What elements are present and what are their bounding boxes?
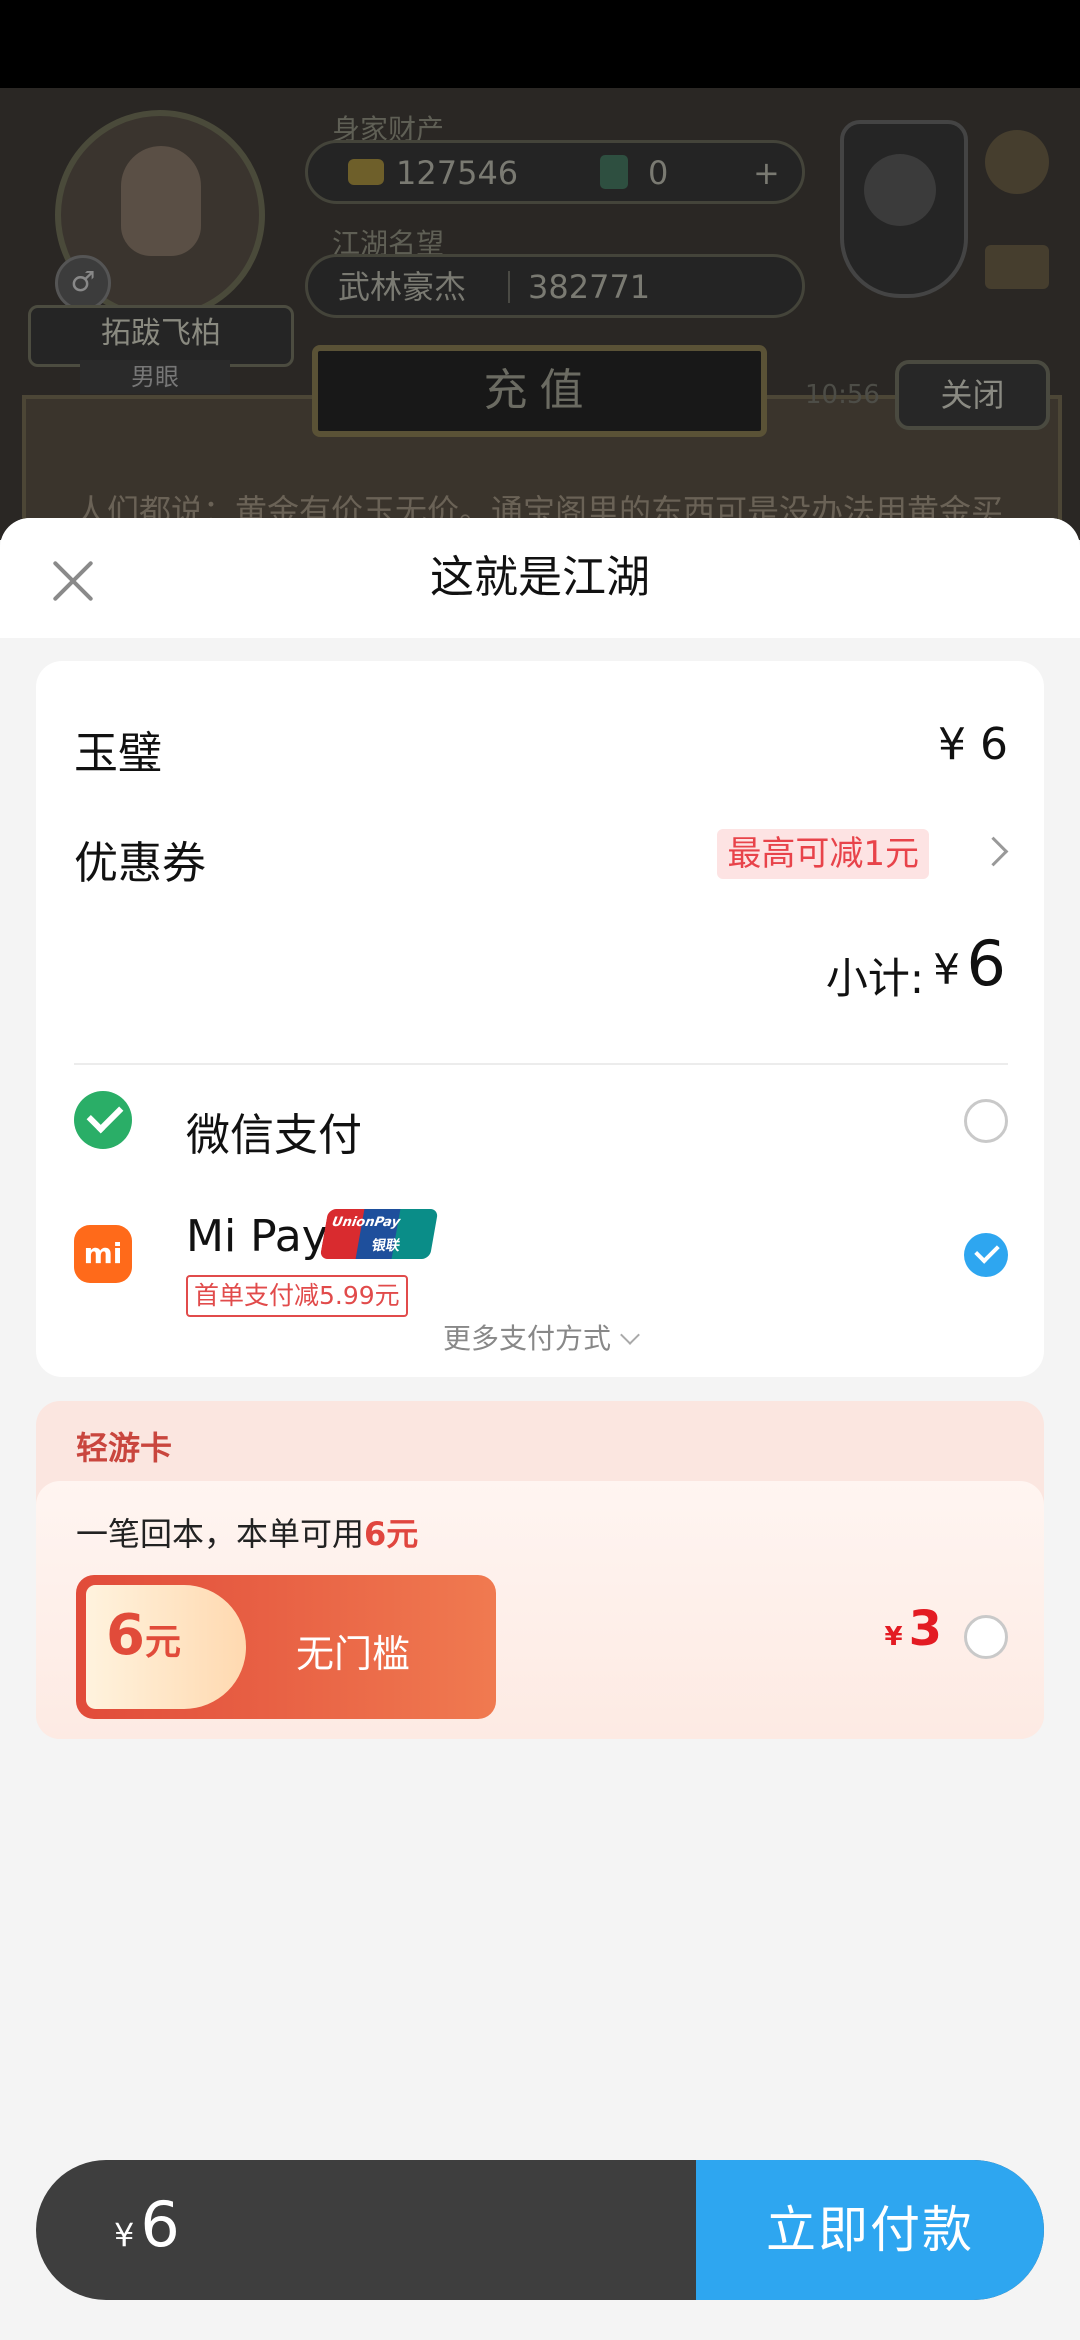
unionpay-logo-icon: UnionPay 银联	[319, 1209, 439, 1259]
total-currency: ¥	[114, 2216, 135, 2254]
divider	[508, 271, 510, 303]
mi-pay-radio-checked[interactable]	[964, 1233, 1008, 1277]
voucher-label: 无门槛	[296, 1632, 411, 1676]
avatar-portrait	[121, 146, 201, 256]
total-amount: ¥6	[114, 2188, 180, 2261]
fame-value: 382771	[528, 268, 651, 306]
card-desc-prefix: 一笔回本，本单可用	[76, 1515, 365, 1553]
status-bar-area	[0, 0, 1080, 88]
coupon-badge[interactable]: 最高可减1元	[717, 829, 929, 879]
sheet-header: 这就是江湖	[0, 518, 1080, 638]
checkout-bar: ¥6 立即付款	[36, 2160, 1044, 2300]
male-gender-icon: ♂	[55, 255, 111, 311]
wechat-pay-radio[interactable]	[964, 1099, 1008, 1143]
order-card: 玉璧 ¥ 6 优惠券 最高可减1元 小计: ¥ 6 微信支付 mi Mi Pay…	[36, 661, 1044, 1377]
fame-bar: 武林豪杰 382771	[305, 254, 805, 318]
item-name: 玉璧	[74, 728, 162, 779]
mi-pay-promo-tag: 首单支付减5.99元	[186, 1275, 408, 1317]
panel-time: 10:56	[805, 380, 880, 410]
subtotal-label: 小计:	[825, 954, 924, 1003]
coupon-label[interactable]: 优惠券	[74, 827, 206, 891]
more-payment-methods[interactable]: 更多支付方式	[36, 1317, 1044, 1357]
player-subtitle: 男眼	[80, 360, 230, 394]
card-description: 一笔回本，本单可用6元	[76, 1509, 418, 1555]
mi-pay-icon: mi	[74, 1225, 132, 1283]
chevron-down-icon	[620, 1325, 640, 1345]
game-background: ♂ 拓跋飞柏 男眼 身家财产 127546 0 + 江湖名望 武林豪杰 3827…	[0, 0, 1080, 540]
light-travel-card-section: 轻游卡 一笔回本，本单可用6元 6元 无门槛 ¥3	[36, 1401, 1044, 1739]
wechat-pay-label[interactable]: 微信支付	[186, 1099, 362, 1163]
card-desc-accent: 6元	[364, 1515, 419, 1553]
chevron-right-icon[interactable]	[978, 836, 1009, 867]
voucher-amount-value: 6	[106, 1603, 145, 1668]
subtotal-value: 6	[966, 927, 1006, 1000]
jade-value: 0	[648, 154, 669, 192]
yin-yang-emblem	[840, 120, 968, 298]
more-payment-label: 更多支付方式	[442, 1322, 611, 1355]
divider	[74, 1063, 1008, 1065]
card-price-value: 3	[908, 1601, 942, 1657]
pay-now-button[interactable]: 立即付款	[696, 2160, 1044, 2300]
yin-yang-icon	[864, 154, 936, 226]
fame-title: 武林豪杰	[338, 268, 467, 306]
mail-icon	[985, 245, 1049, 289]
total-value: 6	[140, 2188, 180, 2261]
voucher: 6元 无门槛	[76, 1575, 496, 1719]
sheet-title: 这就是江湖	[430, 552, 650, 603]
wealth-bar: 127546 0 +	[305, 140, 805, 204]
settings-gear-icon	[985, 130, 1049, 194]
unionpay-text: UnionPay	[330, 1215, 402, 1230]
subtotal-currency: ¥	[933, 945, 960, 994]
gold-ingot-icon	[348, 159, 384, 185]
card-price: ¥3	[885, 1601, 943, 1657]
game-close-button: 关闭	[895, 360, 1050, 430]
voucher-amount: 6元	[106, 1603, 181, 1668]
mi-pay-label[interactable]: Mi Pay	[186, 1211, 328, 1262]
wechat-pay-icon	[74, 1091, 132, 1149]
card-price-currency: ¥	[884, 1622, 903, 1652]
payment-sheet: 这就是江湖 玉璧 ¥ 6 优惠券 最高可减1元 小计: ¥ 6 微信支付 mi …	[0, 518, 1080, 2340]
gold-value: 127546	[396, 154, 519, 192]
voucher-unit: 元	[144, 1622, 181, 1663]
card-title: 轻游卡	[76, 1429, 173, 1467]
item-price: ¥ 6	[938, 719, 1008, 770]
jade-icon	[600, 155, 628, 189]
card-radio[interactable]	[964, 1615, 1008, 1659]
unionpay-text-cn: 银联	[370, 1238, 402, 1254]
recharge-title: 充值	[312, 345, 767, 437]
card-offer[interactable]: 一笔回本，本单可用6元 6元 无门槛 ¥3	[36, 1481, 1044, 1739]
player-name: 拓跋飞柏	[28, 305, 294, 367]
add-currency-icon: +	[753, 154, 780, 192]
